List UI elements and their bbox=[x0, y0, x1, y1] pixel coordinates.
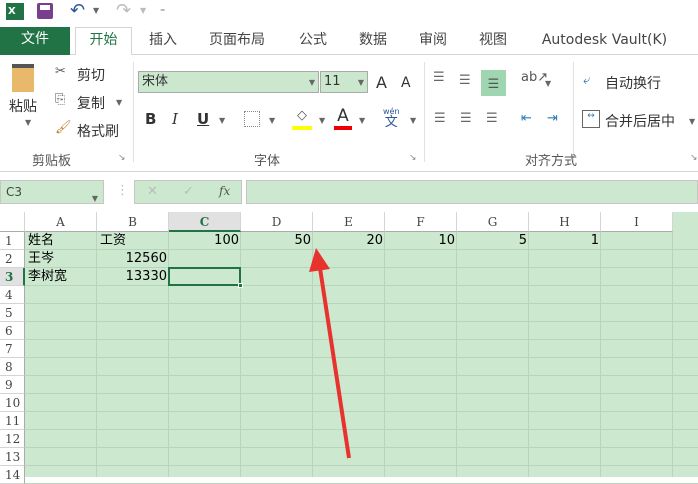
red-arrow-annotation bbox=[309, 248, 351, 459]
